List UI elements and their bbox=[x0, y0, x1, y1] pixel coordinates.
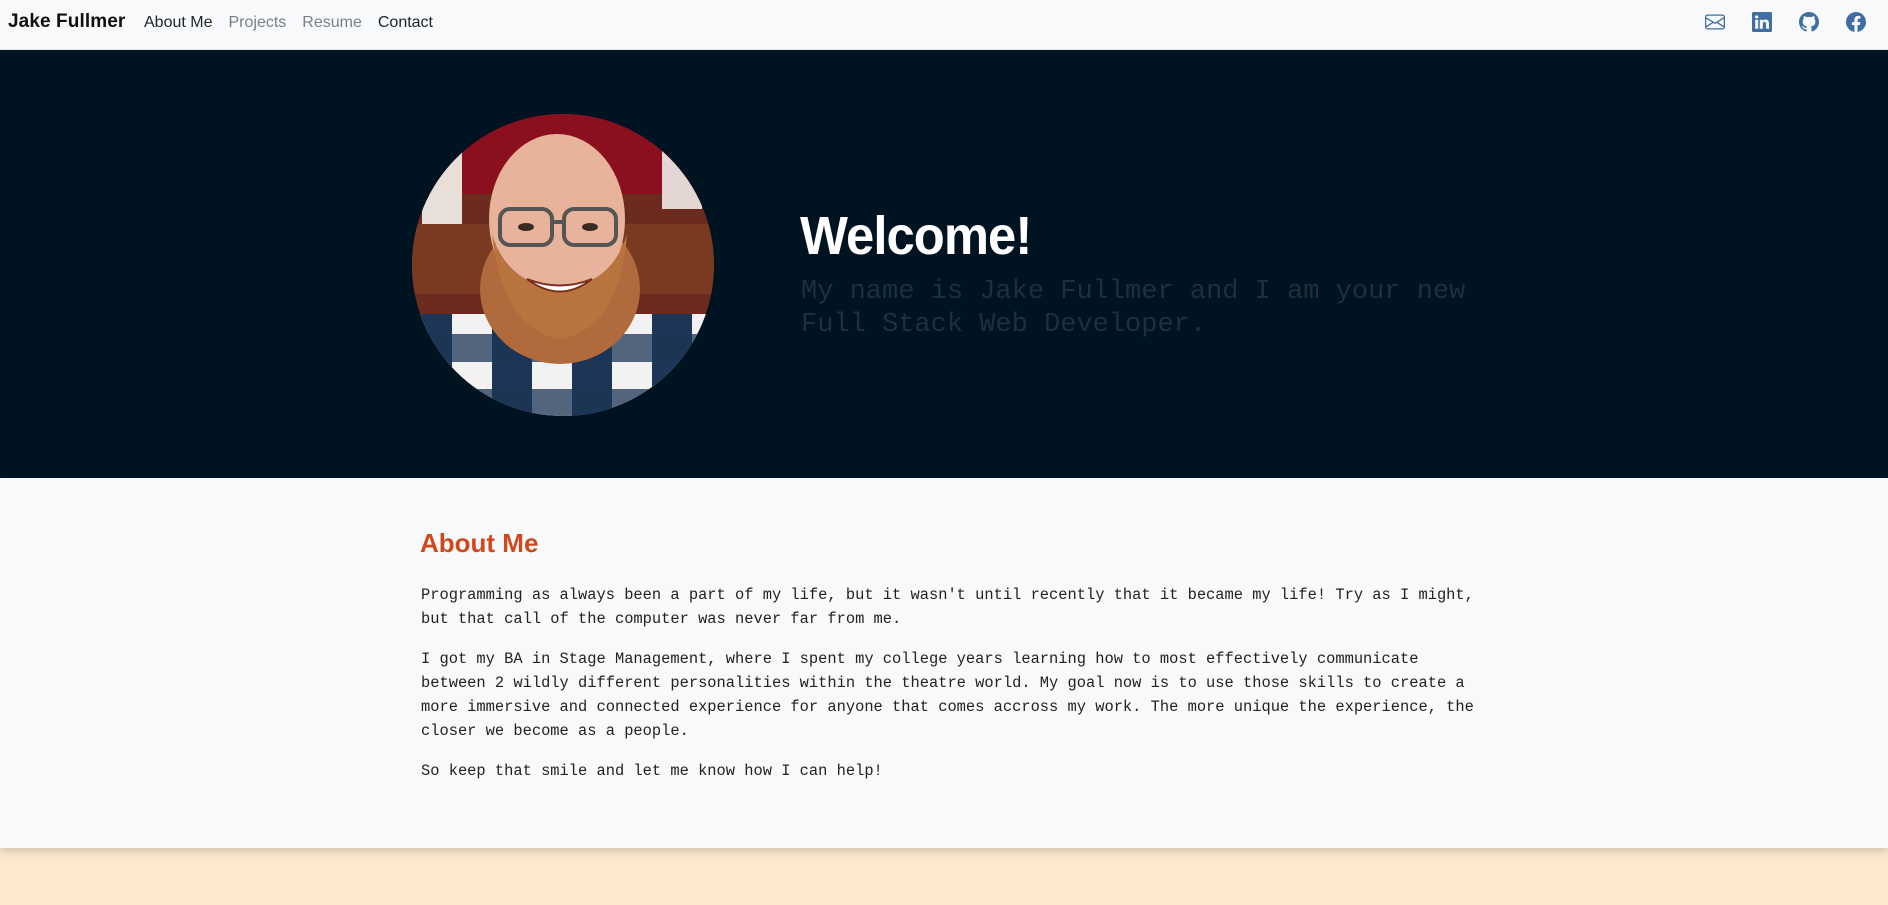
hero-section: Welcome! My name is Jake Fullmer and I a… bbox=[0, 50, 1888, 478]
about-body: Programming as always been a part of my … bbox=[421, 583, 1481, 799]
nav-link-projects[interactable]: Projects bbox=[228, 14, 286, 32]
nav-link-resume[interactable]: Resume bbox=[302, 14, 362, 32]
about-paragraph: I got my BA in Stage Management, where I… bbox=[421, 650, 1474, 740]
envelope-icon[interactable] bbox=[1705, 12, 1725, 32]
about-title: About Me bbox=[420, 528, 539, 558]
facebook-icon[interactable] bbox=[1846, 12, 1866, 32]
about-paragraph: Programming as always been a part of my … bbox=[421, 586, 1474, 628]
social-links bbox=[1705, 12, 1866, 32]
linkedin-icon[interactable] bbox=[1752, 12, 1772, 32]
brand-link[interactable]: Jake Fullmer bbox=[8, 11, 125, 33]
hero-heading: Welcome! bbox=[800, 206, 1032, 266]
nav-link-contact[interactable]: Contact bbox=[378, 14, 433, 32]
github-icon[interactable] bbox=[1799, 12, 1819, 32]
navbar: Jake Fullmer About Me Projects Resume Co… bbox=[0, 0, 1888, 50]
nav-link-about-me[interactable]: About Me bbox=[144, 14, 212, 32]
profile-photo bbox=[412, 114, 714, 416]
about-section: About Me Programming as always been a pa… bbox=[0, 478, 1888, 848]
hero-tagline: My name is Jake Fullmer and I am your ne… bbox=[801, 277, 1466, 340]
about-paragraph: So keep that smile and let me know how I… bbox=[421, 762, 883, 780]
nav-links: About Me Projects Resume Contact bbox=[144, 14, 433, 32]
